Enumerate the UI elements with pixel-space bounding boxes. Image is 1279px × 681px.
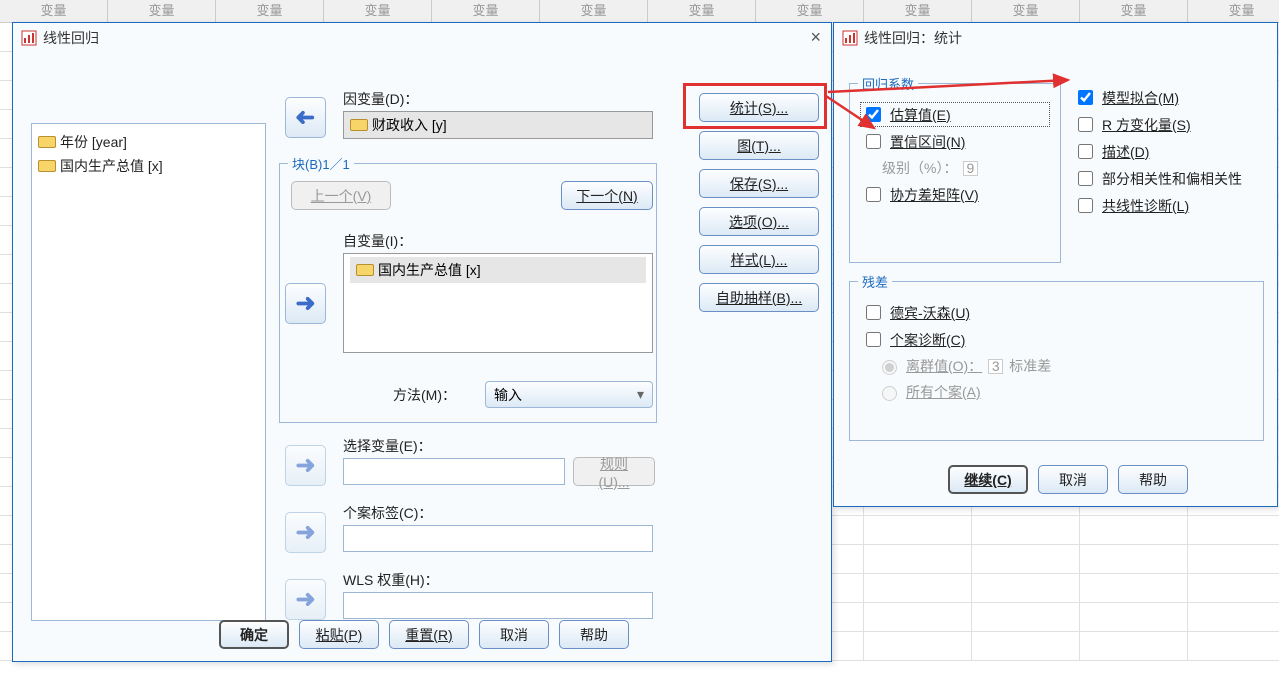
part-partial-corr-checkbox[interactable]: 部分相关性和偏相关性	[1074, 168, 1274, 189]
scale-icon	[38, 160, 56, 172]
move-to-independent-button[interactable]: ➜	[285, 283, 326, 324]
regression-coefficients-fieldset: 回归系数 估算值(E) 置信区间(N) 级别（%）： 协方差矩阵(V)	[849, 83, 1061, 263]
method-value: 输入	[494, 385, 522, 405]
case-labels-field[interactable]	[343, 525, 653, 552]
dependent-label: 因变量(D)：	[343, 89, 418, 109]
arrow-right-icon: ➜	[295, 585, 315, 614]
arrow-right-icon: ➜	[295, 289, 315, 318]
scale-icon	[38, 136, 56, 148]
outliers-row: 离群值(O)： 标准差	[862, 356, 1251, 376]
residuals-legend: 残差	[858, 272, 892, 291]
dependent-value: 财政收入 [y]	[372, 115, 447, 135]
ci-level-row: 级别（%）：	[862, 158, 1048, 178]
bg-col: 变量	[324, 0, 432, 22]
app-icon	[21, 30, 37, 46]
arrow-right-icon: ➜	[295, 518, 315, 547]
app-icon	[842, 30, 858, 46]
scale-icon	[356, 264, 374, 276]
covariance-matrix-checkbox[interactable]: 协方差矩阵(V)	[862, 184, 1048, 205]
independent-value: 国内生产总值 [x]	[378, 260, 481, 280]
method-dropdown[interactable]: 输入 ▾	[485, 381, 653, 408]
dialog-title-bar[interactable]: 线性回归	[13, 23, 831, 53]
paste-button[interactable]: 粘贴(P)	[299, 620, 379, 649]
bg-col: 变量	[864, 0, 972, 22]
source-variable-list[interactable]: 年份 [year] 国内生产总值 [x]	[31, 123, 266, 621]
casewise-diagnostics-checkbox[interactable]: 个案诊断(C)	[862, 329, 1251, 350]
dialog-title-text: 线性回归	[43, 23, 99, 53]
dialog-title-bar[interactable]: 线性回归：统计	[834, 23, 1277, 53]
arrow-left-icon: ➜	[295, 103, 315, 132]
save-button[interactable]: 保存(S)...	[699, 169, 819, 198]
stats-bottom-button-row: 继续(C) 取消 帮助	[948, 465, 1188, 494]
descriptives-checkbox[interactable]: 描述(D)	[1074, 141, 1274, 162]
cancel-button[interactable]: 取消	[479, 620, 549, 649]
model-fit-checkbox[interactable]: 模型拟合(M)	[1074, 87, 1274, 108]
all-cases-row: 所有个案(A)	[862, 382, 1251, 402]
case-labels-label: 个案标签(C)：	[343, 503, 432, 523]
options-button[interactable]: 选项(O)...	[699, 207, 819, 236]
dialog-title-text: 线性回归：统计	[864, 23, 962, 53]
block-legend: 块(B)1／1	[288, 154, 354, 173]
help-button[interactable]: 帮助	[559, 620, 629, 649]
close-icon[interactable]: ×	[810, 27, 821, 48]
list-item-label: 年份 [year]	[60, 132, 127, 152]
plots-button[interactable]: 图(T)...	[699, 131, 819, 160]
bg-col: 变量	[108, 0, 216, 22]
bg-col: 变量	[216, 0, 324, 22]
chevron-down-icon: ▾	[637, 386, 644, 403]
estimates-checkbox[interactable]: 估算值(E)	[862, 104, 1048, 125]
bg-col: 变量	[0, 0, 108, 22]
residuals-fieldset: 残差 德宾-沃森(U) 个案诊断(C) 离群值(O)： 标准差 所有个案(A)	[849, 281, 1264, 441]
r-squared-change-checkbox[interactable]: R 方变化量(S)	[1074, 114, 1274, 135]
move-to-dependent-button[interactable]: ➜	[285, 97, 326, 138]
bootstrap-button[interactable]: 自助抽样(B)...	[699, 283, 819, 312]
ok-button[interactable]: 确定	[219, 620, 289, 649]
bg-col: 变量	[1188, 0, 1279, 22]
wls-weight-label: WLS 权重(H)：	[343, 570, 439, 590]
continue-button[interactable]: 继续(C)	[948, 465, 1028, 494]
independents-list[interactable]: 国内生产总值 [x]	[343, 253, 653, 353]
independents-label: 自变量(I)：	[343, 231, 412, 251]
list-item[interactable]: 年份 [year]	[38, 130, 259, 154]
outliers-input	[988, 359, 1003, 374]
reset-button[interactable]: 重置(R)	[389, 620, 469, 649]
previous-block-button[interactable]: 上一个(V)	[291, 181, 391, 210]
bg-col: 变量	[648, 0, 756, 22]
cancel-button[interactable]: 取消	[1038, 465, 1108, 494]
confidence-interval-checkbox[interactable]: 置信区间(N)	[862, 131, 1048, 152]
linear-regression-statistics-dialog: 线性回归：统计 回归系数 估算值(E) 置信区间(N) 级别（%）： 协方差矩阵…	[833, 22, 1278, 507]
list-item[interactable]: 国内生产总值 [x]	[38, 154, 259, 178]
move-to-selection-button[interactable]: ➜	[285, 445, 326, 486]
method-label: 方法(M)：	[393, 385, 456, 405]
collinearity-checkbox[interactable]: 共线性诊断(L)	[1074, 195, 1274, 216]
bg-column-header-row: 变量 变量 变量 变量 变量 变量 变量 变量 变量 变量 变量 变量	[0, 0, 1279, 23]
style-button[interactable]: 样式(L)...	[699, 245, 819, 274]
bg-col: 变量	[1080, 0, 1188, 22]
bg-col: 变量	[972, 0, 1080, 22]
help-button[interactable]: 帮助	[1118, 465, 1188, 494]
rule-button[interactable]: 规则(U)...	[573, 457, 655, 486]
regression-coefficients-legend: 回归系数	[858, 74, 918, 93]
durbin-watson-checkbox[interactable]: 德宾-沃森(U)	[862, 302, 1251, 323]
list-item-label: 国内生产总值 [x]	[60, 156, 163, 176]
linear-regression-dialog: 线性回归 × 年份 [year] 国内生产总值 [x] 因变量(D)： ➜ 财政…	[12, 22, 832, 662]
bg-col: 变量	[756, 0, 864, 22]
ci-level-input	[963, 161, 978, 176]
dependent-field[interactable]: 财政收入 [y]	[343, 111, 653, 139]
next-block-button[interactable]: 下一个(N)	[561, 181, 653, 210]
statistics-button[interactable]: 统计(S)...	[699, 93, 819, 122]
selection-variable-label: 选择变量(E)：	[343, 436, 432, 456]
bottom-button-row: 确定 粘贴(P) 重置(R) 取消 帮助	[219, 620, 629, 649]
arrow-right-icon: ➜	[295, 451, 315, 480]
selection-variable-field[interactable]	[343, 458, 565, 485]
move-to-caselabel-button[interactable]: ➜	[285, 512, 326, 553]
move-to-wls-button[interactable]: ➜	[285, 579, 326, 620]
scale-icon	[350, 119, 368, 131]
bg-col: 变量	[540, 0, 648, 22]
wls-weight-field[interactable]	[343, 592, 653, 619]
bg-col: 变量	[432, 0, 540, 22]
